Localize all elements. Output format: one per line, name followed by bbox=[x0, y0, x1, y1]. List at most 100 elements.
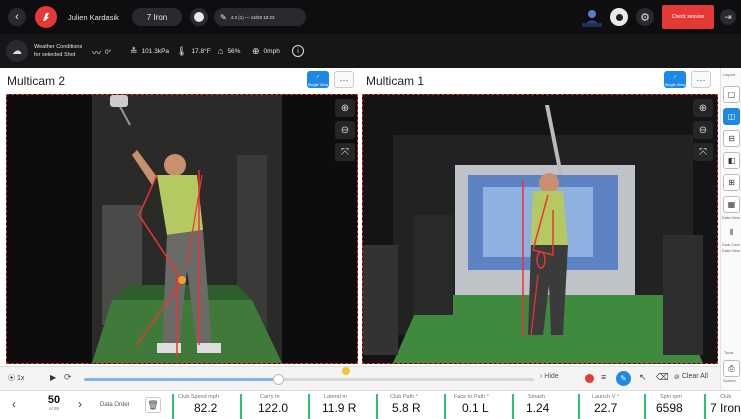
zoom-out-icon: ⊖ bbox=[340, 124, 350, 136]
golfer-front-view bbox=[7, 95, 357, 363]
view-mode-icon: ◜ bbox=[673, 75, 677, 82]
gear-icon: ⚙ bbox=[640, 11, 650, 24]
club-selector[interactable]: 7 Iron bbox=[132, 8, 182, 26]
timeline-track[interactable] bbox=[84, 374, 534, 385]
draw-tool-button[interactable]: ✎ bbox=[616, 371, 631, 386]
record-button[interactable] bbox=[610, 8, 628, 26]
loop-button[interactable]: ⟳ bbox=[64, 372, 72, 383]
fit-button-right[interactable]: ⤧ bbox=[693, 143, 713, 161]
cursor-icon: ↖ bbox=[639, 372, 647, 382]
zoom-out-button-right[interactable]: ⊖ bbox=[693, 121, 713, 139]
shot-counter: 50 of 95 bbox=[40, 394, 68, 411]
ball-button[interactable] bbox=[190, 8, 208, 26]
weather-toggle[interactable]: ☁ bbox=[6, 40, 28, 62]
layout-data-view-label-2: Data View bbox=[722, 248, 741, 253]
impact-marker[interactable] bbox=[342, 367, 350, 375]
layout-sidebar: Layout ▢ ◫ ⊟ ◧ ⊞ ▦ Data View ⫴ Dual Cam … bbox=[720, 68, 741, 418]
tools-screen-button[interactable]: ⎙ bbox=[723, 360, 740, 377]
metric-club[interactable]: Club 7 Iron bbox=[704, 394, 741, 419]
layout-four-grid-button[interactable]: ▦ bbox=[723, 196, 740, 213]
metrics-bar: ‹ 50 of 95 › Data Order 🗑︎ Club Speed mp… bbox=[0, 390, 741, 419]
layout-left-main-icon: ◧ bbox=[727, 156, 736, 165]
zoom-out-button-left[interactable]: ⊖ bbox=[335, 121, 355, 139]
cloud-icon: ☁ bbox=[12, 45, 22, 57]
player-name[interactable]: Julien Kardasik bbox=[68, 13, 119, 22]
chevron-right-icon: › bbox=[78, 397, 82, 411]
zoom-in-icon: ⊕ bbox=[698, 102, 708, 114]
zoom-in-icon: ⊕ bbox=[340, 102, 350, 114]
zoom-in-button-left[interactable]: ⊕ bbox=[335, 99, 355, 117]
layout-stacked-button[interactable]: ⊟ bbox=[723, 130, 740, 147]
wind-icon: 〰 bbox=[92, 48, 102, 58]
view-mode-icon: ◜ bbox=[316, 75, 320, 82]
session-text: 4.2 (1) — 14/03 10:23 bbox=[230, 14, 275, 20]
condition-temperature: 🌡︎ 17.8°F bbox=[176, 46, 211, 56]
speed-selector[interactable]: ⦿ 1x bbox=[8, 373, 24, 383]
edit-icon: ✎ bbox=[220, 12, 227, 22]
condition-pressure: ≛ 101.3kPa bbox=[130, 46, 170, 56]
clear-all-button[interactable]: ⊘ Clear All bbox=[674, 373, 708, 381]
prev-shot-button[interactable]: ‹ bbox=[12, 397, 16, 411]
exit-button[interactable]: ⇥ bbox=[720, 9, 736, 25]
pointer-tool-button[interactable]: ↖ bbox=[639, 372, 647, 383]
playback-speed-icon: ⦿ bbox=[8, 375, 15, 382]
hide-button[interactable]: › Hide bbox=[540, 373, 559, 380]
record-annotation-button[interactable] bbox=[585, 374, 594, 383]
layout-left-main-button[interactable]: ◧ bbox=[723, 152, 740, 169]
fit-button-left[interactable]: ⤧ bbox=[335, 143, 355, 161]
lines-icon: ≡ bbox=[601, 372, 607, 382]
layout-title: Layout bbox=[723, 72, 736, 77]
metric-carry[interactable]: Carry m 122.0 bbox=[240, 394, 304, 419]
panel-title-multicam-1: Multicam 1 bbox=[366, 74, 425, 88]
next-shot-button[interactable]: › bbox=[78, 397, 82, 411]
layout-data-view-label: Data View bbox=[722, 215, 741, 220]
metric-lateral[interactable]: Lateral m 11.9 R bbox=[308, 394, 372, 419]
back-button[interactable]: ‹ bbox=[8, 8, 26, 26]
layout-side-by-side-button[interactable]: ◫ bbox=[723, 108, 740, 125]
metric-launch-v[interactable]: Launch V ° 22.7 bbox=[578, 394, 640, 419]
lines-tool-button[interactable]: ≡ bbox=[601, 372, 606, 382]
avatar[interactable] bbox=[580, 8, 604, 28]
timeline-thumb[interactable] bbox=[272, 374, 284, 385]
metric-club-speed[interactable]: Club Speed mph 82.2 bbox=[172, 394, 236, 419]
video-multicam-2[interactable]: ⊕ ⊖ ⤧ bbox=[6, 94, 358, 364]
metric-club-path[interactable]: Club Path ° 5.8 R bbox=[376, 394, 440, 419]
panel-more-button-right[interactable]: ··· bbox=[691, 71, 711, 88]
condition-wind: 〰 0° bbox=[92, 48, 112, 58]
record-icon bbox=[615, 13, 623, 21]
zoom-in-button-right[interactable]: ⊕ bbox=[693, 99, 713, 117]
layout-four-grid-icon: ▦ bbox=[727, 200, 736, 209]
layout-dual-cam-label: Dual Cam bbox=[722, 242, 740, 247]
info-button[interactable]: i bbox=[292, 45, 304, 57]
panel-more-button-left[interactable]: ··· bbox=[334, 71, 354, 88]
conditions-title: Weather Conditions bbox=[34, 44, 83, 50]
metric-spin[interactable]: Spin rpm 6598 bbox=[644, 394, 700, 419]
fit-screen-icon: ⤧ bbox=[699, 146, 707, 158]
top-bar: ‹ Julien Kardasik 7 Iron ✎ 4.2 (1) — 14/… bbox=[0, 0, 741, 34]
metric-face-to-path[interactable]: Face to Path ° 0.1 L bbox=[444, 394, 508, 419]
logout-icon: ⇥ bbox=[724, 11, 732, 22]
golf-ball-icon bbox=[194, 12, 204, 22]
layout-single-button[interactable]: ▢ bbox=[723, 86, 740, 103]
loop-icon: ⟳ bbox=[64, 372, 72, 382]
delete-shot-button[interactable]: 🗑︎ bbox=[145, 397, 161, 413]
video-multicam-1[interactable]: ⊕ ⊖ ⤧ bbox=[362, 94, 718, 364]
metric-smash[interactable]: Smash 1.24 bbox=[512, 394, 574, 419]
data-order-button[interactable]: Data Order bbox=[100, 402, 130, 408]
layout-dual-cam-button[interactable]: ⫴ bbox=[723, 224, 740, 241]
panel-view-button-right[interactable]: ◜ Single View bbox=[664, 71, 686, 88]
conditions-subtitle: for selected Shot bbox=[34, 52, 76, 58]
layout-stacked-icon: ⊟ bbox=[728, 134, 735, 143]
session-pill[interactable]: ✎ 4.2 (1) — 14/03 10:23 bbox=[214, 8, 306, 26]
play-button[interactable]: ▶ bbox=[50, 373, 56, 382]
end-session-button[interactable]: Check session bbox=[662, 5, 714, 29]
eraser-tool-button[interactable]: ⌫ bbox=[656, 372, 669, 383]
player-avatar-icon bbox=[582, 10, 602, 27]
temperature-icon: 🌡︎ bbox=[176, 46, 188, 56]
timeline-progress bbox=[84, 378, 278, 381]
layout-grid-button[interactable]: ⊞ bbox=[723, 174, 740, 191]
settings-button[interactable]: ⚙ bbox=[636, 8, 654, 26]
eraser-icon: ⌫ bbox=[656, 372, 669, 382]
panel-view-button-left[interactable]: ◜ Single View bbox=[307, 71, 329, 88]
tools-screen-label: Screen bbox=[723, 378, 736, 383]
